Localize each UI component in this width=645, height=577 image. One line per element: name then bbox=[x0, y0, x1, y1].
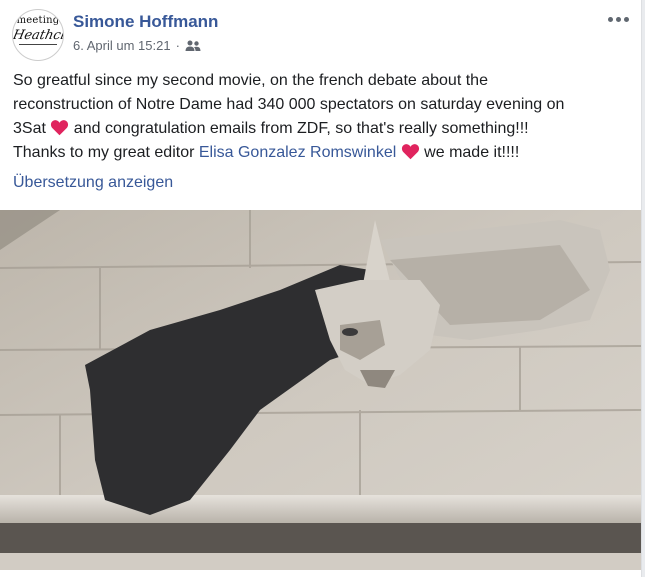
friends-icon[interactable] bbox=[185, 40, 201, 52]
see-translation-link[interactable]: Übersetzung anzeigen bbox=[13, 174, 173, 192]
more-dot bbox=[607, 16, 613, 22]
more-dot bbox=[623, 16, 629, 22]
post-text-segment: we made it!!!! bbox=[419, 144, 520, 161]
more-options-icon[interactable] bbox=[607, 13, 629, 25]
meta-separator: · bbox=[175, 38, 180, 53]
post-text-line: reconstruction of Notre Dame had 340 000… bbox=[13, 96, 565, 113]
post-text-segment: and congratulation emails from ZDF, so t… bbox=[69, 120, 529, 137]
avatar-text-bottom: Heathcliff bbox=[12, 28, 64, 43]
heart-icon bbox=[51, 120, 69, 136]
post-photo[interactable] bbox=[0, 210, 641, 570]
post-text-segment: Thanks to my great editor bbox=[13, 144, 199, 161]
avatar[interactable]: meeting Heathcliff bbox=[12, 9, 64, 61]
more-dot bbox=[615, 16, 621, 22]
post-text-line: Thanks to my great editor Elisa Gonzalez… bbox=[13, 141, 628, 165]
gargoyle-photo bbox=[0, 210, 641, 570]
post-timestamp[interactable]: 6. April um 15:21 bbox=[73, 38, 171, 53]
post-meta: 6. April um 15:21 · bbox=[73, 38, 201, 53]
facebook-post: meeting Heathcliff Simone Hoffmann 6. Ap… bbox=[0, 0, 642, 577]
post-text: So greatful since my second movie, on th… bbox=[13, 69, 628, 165]
post-text-line: 3Sat and congratulation emails from ZDF,… bbox=[13, 117, 628, 141]
heart-icon bbox=[401, 144, 419, 160]
avatar-underline bbox=[19, 44, 57, 45]
post-header: meeting Heathcliff Simone Hoffmann 6. Ap… bbox=[12, 9, 631, 61]
post-text-line: So greatful since my second movie, on th… bbox=[13, 72, 488, 89]
post-text-segment: 3Sat bbox=[13, 120, 51, 137]
mention-link[interactable]: Elisa Gonzalez Romswinkel bbox=[199, 144, 396, 161]
avatar-text-top: meeting bbox=[16, 15, 60, 26]
author-name[interactable]: Simone Hoffmann bbox=[73, 12, 218, 32]
